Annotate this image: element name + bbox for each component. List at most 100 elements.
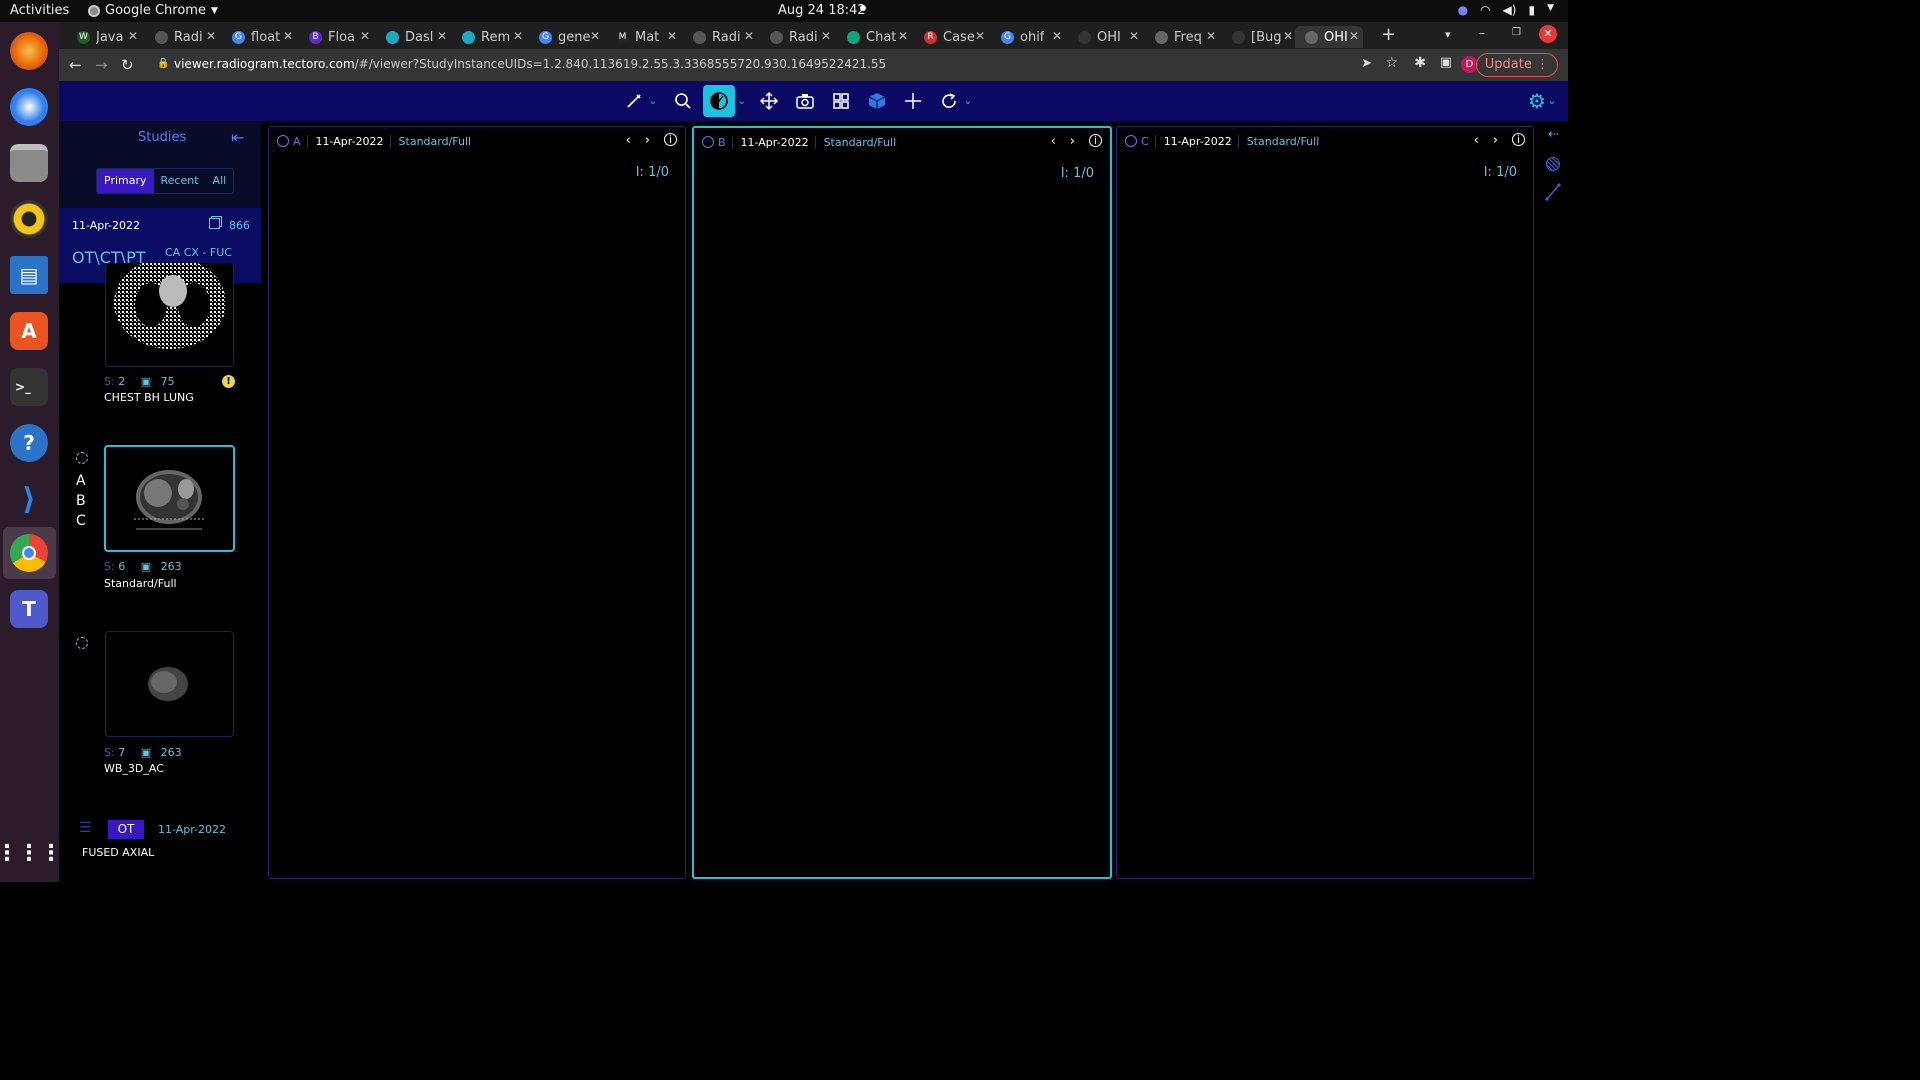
tab-close-icon[interactable]: ✕ — [1349, 29, 1359, 43]
app-center-icon[interactable]: A — [10, 312, 48, 350]
tab-close-icon[interactable]: ✕ — [975, 29, 985, 43]
tab-14[interactable]: Freq ✕ — [1145, 26, 1220, 48]
rhythmbox-icon[interactable] — [10, 200, 48, 238]
update-button[interactable]: Update ⋮ — [1475, 53, 1558, 77]
url-field[interactable]: viewer.radiogram.tectoro.com/#/viewer?St… — [174, 57, 886, 71]
tab-12[interactable]: Gohif ✕ — [991, 26, 1066, 48]
show-apps-icon[interactable]: ⋮⋮⋮ — [0, 834, 62, 872]
tab-2[interactable]: Gfloat ✕ — [222, 26, 297, 48]
tab-7[interactable]: M Mat ✕ — [606, 26, 681, 48]
tab-close-icon[interactable]: ✕ — [667, 29, 677, 43]
tab-close-icon[interactable]: ✕ — [360, 29, 370, 43]
tab-close-icon[interactable]: ✕ — [1206, 29, 1216, 43]
next-icon[interactable]: › — [645, 133, 650, 148]
prev-icon[interactable]: ‹ — [1474, 133, 1479, 148]
tab-4[interactable]: Dasl ✕ — [376, 26, 451, 48]
tab-close-icon[interactable]: ✕ — [1052, 29, 1062, 43]
capture-camera-icon[interactable] — [793, 89, 817, 113]
series-thumbnail-chest[interactable] — [105, 263, 234, 367]
vscode-icon[interactable]: ⟩ — [10, 480, 48, 518]
firefox-icon[interactable] — [10, 32, 48, 70]
viewport-b[interactable]: B 11-Apr-2022 Standard/Full ‹ › i I: 1/0 — [692, 126, 1112, 879]
pan-tool-icon[interactable] — [757, 89, 781, 113]
restore-icon[interactable]: ❐ — [1512, 27, 1521, 38]
prev-icon[interactable]: ‹ — [1051, 134, 1056, 149]
tab-close-icon[interactable]: ✕ — [898, 29, 908, 43]
back-icon[interactable]: ← — [69, 56, 82, 74]
series-thumbnail-pet[interactable] — [105, 631, 234, 737]
tab-close-icon[interactable]: ✕ — [1129, 29, 1139, 43]
expand-panel-icon[interactable]: ⇠ — [1548, 127, 1559, 142]
tab-close-icon[interactable]: ✕ — [128, 29, 138, 43]
new-tab-icon[interactable]: + — [1381, 24, 1396, 45]
tab-close-icon[interactable]: ✕ — [744, 29, 754, 43]
tab-10[interactable]: Chat ✕ — [837, 26, 912, 48]
tab-search-icon[interactable]: ▾ — [1445, 28, 1451, 41]
send-icon[interactable]: ➤ — [1361, 56, 1372, 71]
tab-9[interactable]: Radi ✕ — [760, 26, 835, 48]
reset-dropdown-icon[interactable]: ⌄ — [962, 89, 974, 113]
tab-close-icon[interactable]: ✕ — [1283, 29, 1293, 43]
tab-11[interactable]: R Case ✕ — [914, 26, 989, 48]
window-level-dropdown-icon[interactable]: ⌄ — [736, 89, 748, 113]
clock[interactable]: Aug 24 18:42 — [778, 3, 866, 18]
series-thumbnail-abdomen[interactable] — [104, 445, 235, 552]
sync-circle-icon[interactable] — [702, 136, 714, 148]
forward-icon[interactable]: → — [95, 56, 108, 74]
prev-icon[interactable]: ‹ — [626, 133, 631, 148]
tab-8[interactable]: Radi ✕ — [683, 26, 758, 48]
tab-close-icon[interactable]: ✕ — [821, 29, 831, 43]
tab-primary[interactable]: Primary — [97, 169, 154, 193]
help-icon[interactable]: ? — [10, 424, 48, 462]
tab-close-icon[interactable]: ✕ — [590, 29, 600, 43]
chrome-dock-icon[interactable] — [10, 534, 48, 572]
collapse-panel-icon[interactable]: ⇤ — [231, 128, 244, 147]
window-level-tool-icon[interactable] — [703, 85, 735, 117]
measurement-line-icon[interactable] — [1545, 183, 1561, 205]
tab-1[interactable]: Radi ✕ — [145, 26, 220, 48]
list-icon[interactable]: ☰ — [79, 820, 92, 836]
bookmark-star-icon[interactable]: ☆ — [1385, 55, 1398, 71]
minimize-icon[interactable]: – — [1479, 26, 1485, 40]
sync-circle-icon[interactable] — [1125, 135, 1137, 147]
zoom-tool-icon[interactable] — [671, 89, 695, 113]
tab-5[interactable]: Rem ✕ — [452, 26, 527, 48]
writer-icon[interactable]: ▤ — [10, 256, 48, 294]
crosshairs-icon[interactable] — [901, 89, 925, 113]
layout-grid-icon[interactable] — [829, 89, 853, 113]
next-icon[interactable]: › — [1493, 133, 1498, 148]
tab-0[interactable]: W Java ✕ — [67, 26, 142, 48]
measure-dropdown-icon[interactable]: ⌄ — [647, 89, 659, 113]
viewport-c[interactable]: C 11-Apr-2022 Standard/Full ‹ › i I: 1/0 — [1116, 126, 1534, 879]
files-icon[interactable] — [10, 144, 48, 182]
measure-tool-icon[interactable] — [622, 89, 646, 113]
tab-13[interactable]: OHI ✕ — [1068, 26, 1143, 48]
settings-dropdown-icon[interactable]: ⌄ — [1546, 89, 1558, 113]
info-icon[interactable]: i — [1089, 134, 1102, 147]
tab-recent[interactable]: Recent — [154, 169, 206, 193]
next-icon[interactable]: › — [1070, 134, 1075, 149]
teams-icon[interactable]: T — [10, 590, 48, 628]
tab-15[interactable]: [Bug ✕ — [1222, 26, 1297, 48]
segmentation-icon[interactable] — [1546, 157, 1560, 171]
tab-6[interactable]: Ggene ✕ — [529, 26, 604, 48]
info-icon[interactable]: i — [1512, 133, 1525, 146]
close-window-icon[interactable]: ✕ — [1539, 25, 1557, 43]
viewport-a[interactable]: A 11-Apr-2022 Standard/Full ‹ › i I: 1/0 — [268, 126, 686, 879]
tab-close-icon[interactable]: ✕ — [437, 29, 447, 43]
tab-close-icon[interactable]: ✕ — [513, 29, 523, 43]
terminal-icon[interactable]: >_ — [10, 368, 48, 406]
sync-circle-icon[interactable] — [277, 135, 289, 147]
reload-icon[interactable]: ↻ — [121, 56, 134, 74]
tab-all[interactable]: All — [206, 169, 234, 193]
tab-close-icon[interactable]: ✕ — [206, 29, 216, 43]
activities-button[interactable]: Activities — [10, 3, 69, 18]
tab-16[interactable]: OHI ✕ — [1295, 26, 1363, 48]
3d-cube-icon[interactable] — [865, 89, 889, 113]
side-panel-icon[interactable]: ▣ — [1440, 55, 1452, 70]
tab-close-icon[interactable]: ✕ — [283, 29, 293, 43]
info-icon[interactable]: i — [664, 133, 677, 146]
tab-3[interactable]: B Floa ✕ — [299, 26, 374, 48]
reset-rotate-icon[interactable] — [937, 89, 961, 113]
thunderbird-icon[interactable] — [10, 88, 48, 126]
